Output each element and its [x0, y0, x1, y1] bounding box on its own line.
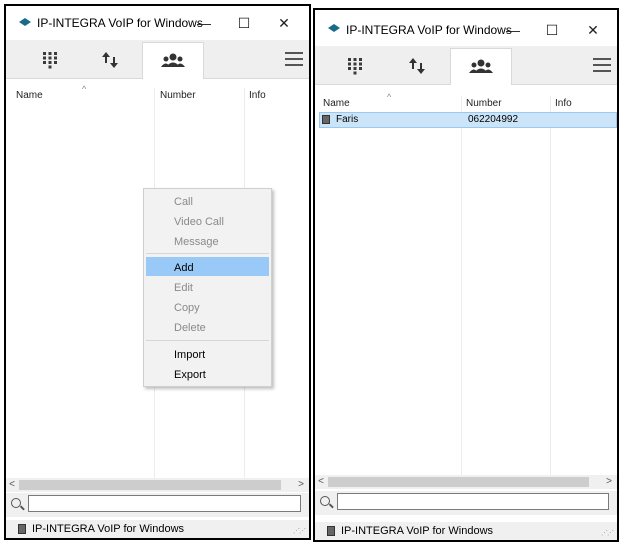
- tab-call-history[interactable]: [387, 48, 447, 83]
- search-icon: [320, 496, 330, 506]
- menu-item-add[interactable]: Add: [174, 262, 194, 274]
- call-history-icon: [409, 57, 425, 74]
- hamburger-menu-icon[interactable]: [593, 54, 611, 74]
- menu-item-delete[interactable]: Delete: [174, 322, 206, 334]
- menu-separator: [146, 340, 269, 341]
- menu-item-video-call[interactable]: Video Call: [174, 216, 224, 228]
- status-text: IP-INTEGRA VoIP for Windows: [341, 525, 494, 537]
- dialpad-icon: [348, 57, 362, 74]
- context-menu: Call Video Call Message Add Edit Copy De…: [143, 188, 272, 387]
- dialpad-icon: [43, 51, 57, 68]
- title-bar[interactable]: IP-INTEGRA VoIP for Windows — ☐ ✕: [315, 10, 617, 44]
- status-bar: IP-INTEGRA VoIP for Windows ⋰⋰: [6, 520, 309, 538]
- tab-contacts[interactable]: [450, 48, 512, 85]
- phone-status-icon: [18, 524, 26, 534]
- scroll-right-arrow[interactable]: >: [295, 478, 307, 492]
- close-button[interactable]: ✕: [272, 12, 296, 34]
- search-bar: [6, 493, 309, 517]
- scroll-left-arrow[interactable]: <: [315, 475, 327, 489]
- app-window-left: IP-INTEGRA VoIP for Windows — ☐ ✕ Name ^…: [4, 4, 311, 540]
- title-bar[interactable]: IP-INTEGRA VoIP for Windows — ☐ ✕: [6, 6, 309, 40]
- close-button[interactable]: ✕: [581, 19, 605, 41]
- menu-item-import[interactable]: Import: [174, 349, 205, 361]
- menu-item-export[interactable]: Export: [174, 369, 206, 381]
- menu-item-call[interactable]: Call: [174, 196, 193, 208]
- call-history-icon: [102, 51, 118, 68]
- column-divider: [550, 96, 551, 476]
- search-input[interactable]: [337, 493, 609, 510]
- status-bar: IP-INTEGRA VoIP for Windows ⋰⋰: [315, 522, 617, 540]
- tab-contacts[interactable]: [142, 42, 204, 79]
- maximize-button[interactable]: ☐: [540, 19, 564, 41]
- tab-call-history[interactable]: [80, 42, 140, 77]
- horizontal-scrollbar[interactable]: < >: [315, 475, 617, 489]
- column-header-name[interactable]: Name: [16, 90, 43, 101]
- menu-item-copy[interactable]: Copy: [174, 302, 200, 314]
- scroll-left-arrow[interactable]: <: [6, 478, 18, 492]
- scrollbar-thumb[interactable]: [19, 480, 281, 490]
- scroll-right-arrow[interactable]: >: [603, 475, 615, 489]
- tab-dialpad[interactable]: [325, 48, 385, 83]
- minimize-button[interactable]: —: [192, 12, 216, 34]
- horizontal-scrollbar[interactable]: < >: [6, 478, 309, 492]
- app-window-right: IP-INTEGRA VoIP for Windows — ☐ ✕ Name ^…: [313, 8, 619, 542]
- sort-ascending-icon: ^: [387, 92, 392, 102]
- contacts-icon: [469, 59, 493, 73]
- app-logo-icon: [19, 18, 31, 26]
- contact-icon: [322, 115, 330, 124]
- column-header-number[interactable]: Number: [466, 98, 502, 109]
- column-header-info[interactable]: Info: [249, 90, 266, 101]
- resize-grip-icon[interactable]: ⋰⋰: [293, 527, 306, 535]
- status-text: IP-INTEGRA VoIP for Windows: [32, 523, 185, 535]
- minimize-button[interactable]: —: [501, 19, 525, 41]
- column-header-number[interactable]: Number: [160, 90, 196, 101]
- contact-number: 062204992: [468, 114, 519, 125]
- maximize-button[interactable]: ☐: [232, 12, 256, 34]
- column-divider: [461, 96, 462, 476]
- tab-dialpad[interactable]: [20, 42, 80, 77]
- contact-name: Faris: [336, 114, 359, 125]
- resize-grip-icon[interactable]: ⋰⋰: [601, 529, 614, 537]
- menu-item-edit[interactable]: Edit: [174, 282, 193, 294]
- column-header-name[interactable]: Name: [323, 98, 350, 109]
- menu-item-message[interactable]: Message: [174, 236, 219, 248]
- search-icon: [11, 498, 21, 508]
- menu-separator: [146, 253, 269, 254]
- contacts-icon: [161, 53, 185, 67]
- search-bar: [315, 491, 617, 515]
- window-title: IP-INTEGRA VoIP for Windows: [37, 16, 203, 30]
- search-input[interactable]: [28, 495, 301, 512]
- menu-highlight: [146, 257, 269, 276]
- window-title: IP-INTEGRA VoIP for Windows: [346, 23, 512, 37]
- phone-status-icon: [327, 526, 335, 536]
- toolbar: [315, 46, 617, 85]
- sort-ascending-icon: ^: [82, 84, 87, 94]
- table-row[interactable]: Faris 062204992: [319, 112, 617, 128]
- list-header: Name ^ Number Info: [6, 84, 309, 106]
- hamburger-menu-icon[interactable]: [285, 48, 303, 68]
- column-header-info[interactable]: Info: [555, 98, 572, 109]
- app-logo-icon: [328, 24, 340, 32]
- list-header: Name ^ Number Info: [315, 92, 617, 114]
- toolbar: [6, 40, 309, 79]
- scrollbar-thumb[interactable]: [328, 477, 589, 487]
